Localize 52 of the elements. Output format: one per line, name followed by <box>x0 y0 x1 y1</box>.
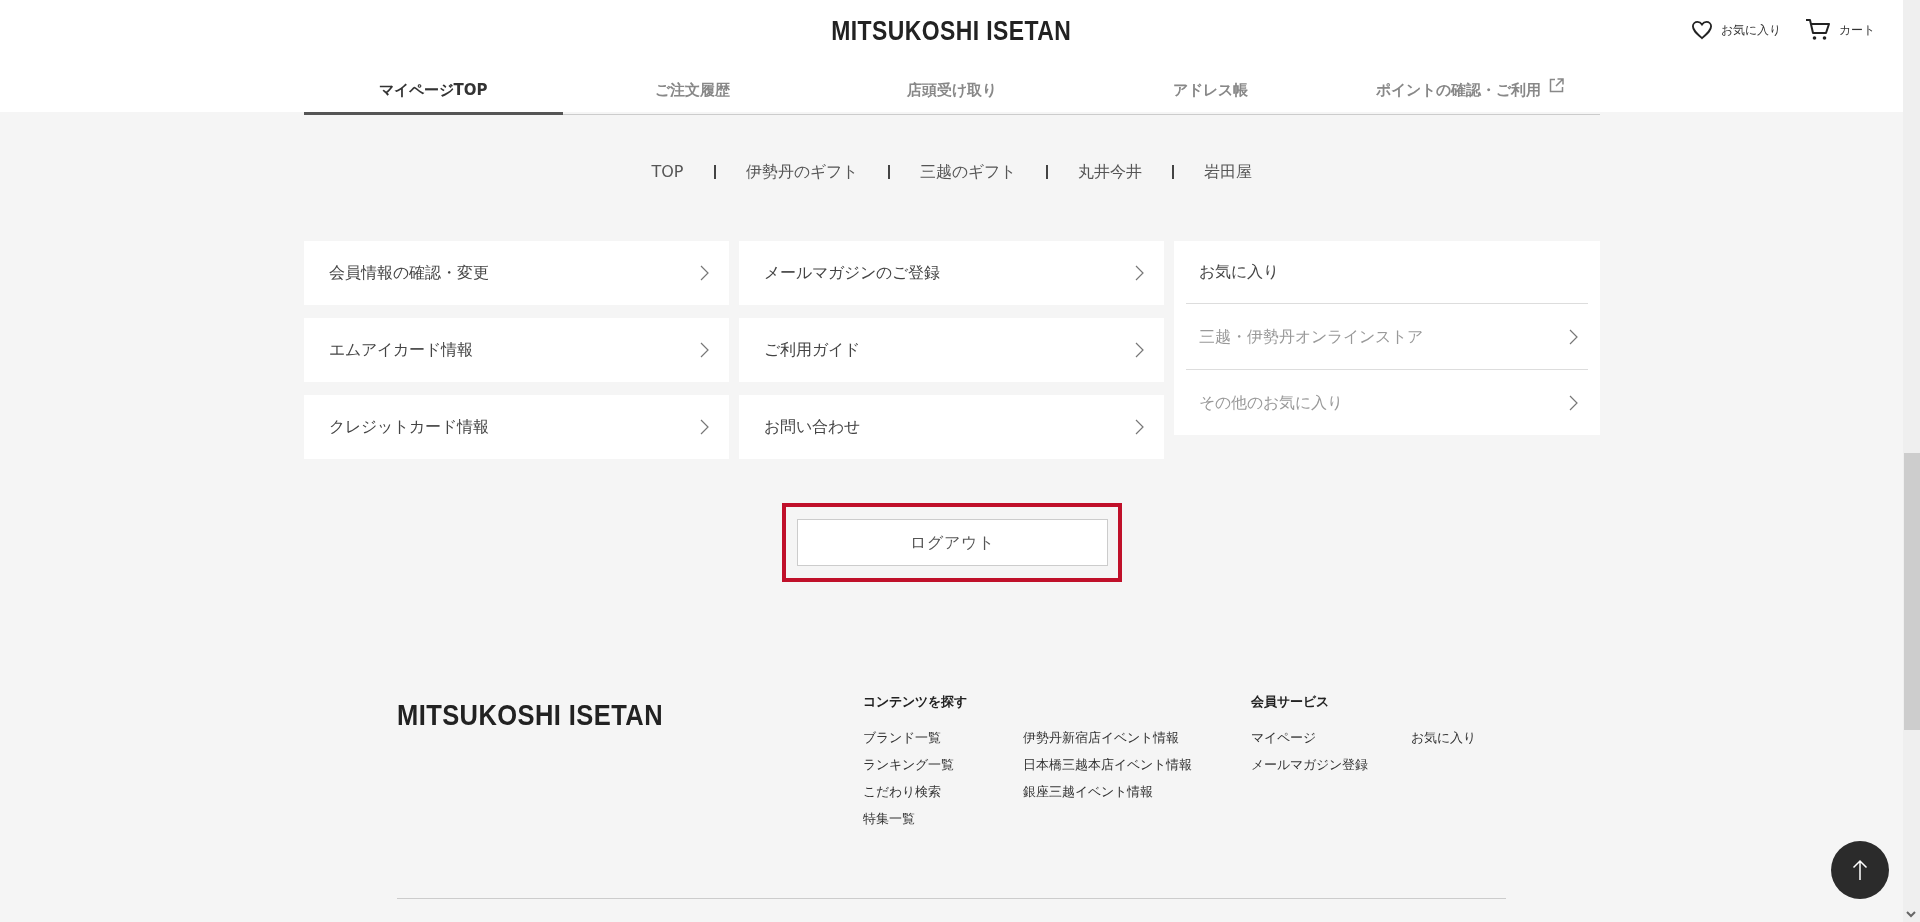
back-to-top-button[interactable] <box>1831 841 1889 899</box>
menu-card[interactable]: ご利用ガイド <box>738 318 1165 382</box>
footer-link[interactable]: メールマガジン登録 <box>1251 750 1411 778</box>
footer-link[interactable]: 銀座三越イベント情報 <box>1023 777 1192 805</box>
chevron-right-icon <box>699 419 709 435</box>
footer-link[interactable]: 日本橋三越本店イベント情報 <box>1023 750 1192 778</box>
separator-bar <box>713 165 716 179</box>
menu-card[interactable]: お問い合わせ <box>738 395 1165 459</box>
store-link[interactable]: 伊勢丹のギフト <box>745 160 858 241</box>
store-link[interactable]: TOP <box>651 160 684 241</box>
footer-link[interactable]: マイページ <box>1251 723 1411 751</box>
heart-icon <box>1691 20 1713 40</box>
scrollbar-thumb[interactable] <box>1904 453 1920 730</box>
menu-card[interactable]: クレジットカード情報 <box>303 395 729 459</box>
footer-logo[interactable]: MITSUKOSHI ISETAN <box>397 692 663 737</box>
footer-link[interactable]: お気に入り <box>1411 723 1476 751</box>
chevron-right-icon <box>699 265 709 281</box>
nav-tab[interactable]: マイページTOP <box>303 62 563 115</box>
cart-link[interactable]: カート <box>1839 21 1875 39</box>
separator-bar <box>887 165 890 179</box>
site-logo[interactable]: MITSUKOSHI ISETAN <box>831 10 1072 52</box>
nav-tab[interactable]: ご注文履歴 <box>562 62 822 115</box>
chevron-right-icon <box>1135 419 1145 435</box>
store-link[interactable]: 岩田屋 <box>1203 160 1252 241</box>
chevron-right-icon <box>1568 328 1578 345</box>
footer-link[interactable]: ブランド一覧 <box>863 723 1023 751</box>
scrollbar[interactable] <box>1903 0 1920 922</box>
footer-heading: 会員サービス <box>1251 693 1330 711</box>
store-link[interactable]: 丸井今井 <box>1077 160 1142 241</box>
chevron-right-icon <box>1135 265 1145 281</box>
panel-title: お気に入り <box>1198 261 1281 283</box>
chevron-right-icon <box>699 342 709 358</box>
separator-bar <box>1171 165 1174 179</box>
footer-link[interactable]: ランキング一覧 <box>863 750 1023 778</box>
nav-tab[interactable]: アドレス帳 <box>1081 62 1341 115</box>
separator-bar <box>1045 165 1048 179</box>
chevron-right-icon <box>1568 394 1578 411</box>
footer-heading: コンテンツを探す <box>863 693 968 711</box>
nav-tab[interactable]: 店頭受け取り <box>821 62 1082 115</box>
chevron-right-icon <box>1135 342 1145 358</box>
footer-link[interactable]: 特集一覧 <box>863 804 1023 832</box>
logout-button[interactable]: ログアウト <box>796 519 1108 566</box>
arrow-up-icon <box>1852 859 1868 882</box>
menu-card[interactable]: 会員情報の確認・変更 <box>303 241 729 305</box>
nav-tab[interactable]: ポイントの確認・ご利用 <box>1340 62 1600 115</box>
footer-link[interactable]: こだわり検索 <box>863 777 1023 805</box>
menu-card[interactable]: エムアイカード情報 <box>303 318 729 382</box>
cart-icon <box>1805 18 1831 42</box>
favorites-link[interactable]: お気に入り <box>1721 21 1781 39</box>
store-link[interactable]: 三越のギフト <box>919 160 1016 241</box>
footer-link[interactable]: 伊勢丹新宿店イベント情報 <box>1023 723 1192 751</box>
menu-card[interactable]: メールマガジンのご登録 <box>738 241 1165 305</box>
